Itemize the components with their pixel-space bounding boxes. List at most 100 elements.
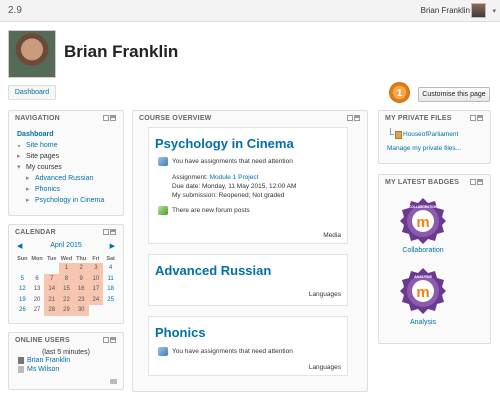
calendar-day[interactable]: 16	[73, 284, 89, 295]
calendar-day[interactable]: 27	[30, 305, 45, 316]
calendar-day[interactable]: 29	[59, 305, 74, 316]
calendar-day[interactable]: 5	[15, 274, 30, 285]
nav-course-psychology-in-cinema[interactable]: Psychology in Cinema	[26, 195, 115, 206]
calendar-day-header: Mon	[31, 255, 43, 262]
dock-icon[interactable]	[470, 115, 476, 121]
calendar-day[interactable]: 14	[44, 284, 60, 295]
badge-analysis-icon[interactable]: m ANALYSIS	[399, 267, 447, 315]
message-icon[interactable]	[110, 379, 117, 384]
dock-icon[interactable]	[103, 337, 109, 343]
assignment-icon	[158, 157, 168, 166]
online-users-block: ONLINE USERS (last 5 minutes) Brian Fran…	[8, 332, 124, 390]
course-card: Phonics You have assignments that need a…	[148, 316, 348, 376]
hide-block-icon[interactable]	[477, 179, 483, 185]
online-user[interactable]: Ms Wilson	[9, 365, 123, 374]
hide-block-icon[interactable]	[354, 115, 360, 121]
dock-icon[interactable]	[103, 229, 109, 235]
calendar-day[interactable]: 10	[88, 273, 104, 284]
block-title: MY LATEST BADGES	[379, 175, 490, 189]
dock-icon[interactable]	[470, 179, 476, 185]
hide-block-icon[interactable]	[477, 115, 483, 121]
block-controls[interactable]	[346, 115, 362, 121]
calendar-prev-icon[interactable]: ◀	[17, 242, 22, 250]
calendar-day[interactable]: 6	[30, 274, 45, 285]
course-card: Psychology in Cinema You have assignment…	[148, 127, 348, 244]
calendar-day[interactable]: 13	[30, 284, 45, 295]
calendar-day[interactable]: 25	[103, 295, 118, 306]
calendar-month[interactable]: April 2015	[50, 242, 82, 249]
block-title: CALENDAR	[9, 225, 123, 239]
nav-dashboard[interactable]: Dashboard	[17, 129, 115, 140]
dashboard-breadcrumb[interactable]: Dashboard	[8, 85, 56, 100]
svg-text:ANALYSIS: ANALYSIS	[414, 275, 432, 279]
submission-status: My submission: Reopened; Not graded	[172, 192, 285, 199]
user-menu-name[interactable]: Brian Franklin	[421, 6, 470, 15]
calendar-day[interactable]: 23	[73, 294, 89, 305]
assignment-link[interactable]: Module 1 Project	[210, 174, 259, 181]
badge-collaboration-label[interactable]: Collaboration	[379, 247, 467, 254]
user-avatar[interactable]	[471, 3, 486, 18]
nav-course-phonics[interactable]: Phonics	[26, 184, 115, 195]
block-title: ONLINE USERS	[9, 333, 123, 347]
dock-icon[interactable]	[103, 115, 109, 121]
calendar-day[interactable]: 11	[103, 274, 118, 285]
version-label: 2.9	[8, 5, 22, 16]
private-files-block: MY PRIVATE FILES HouseofParliament Manag…	[378, 110, 491, 164]
calendar-day[interactable]: 19	[15, 295, 30, 306]
block-controls[interactable]	[469, 179, 485, 185]
block-controls[interactable]	[469, 115, 485, 121]
chevron-down-icon[interactable]: ▾	[492, 7, 496, 15]
calendar-day	[44, 263, 59, 274]
calendar-next-icon[interactable]: ▶	[110, 242, 115, 250]
calendar-day[interactable]: 30	[73, 305, 89, 316]
private-file[interactable]: HouseofParliament	[379, 128, 490, 139]
manage-private-files-link[interactable]: Manage my private files...	[379, 145, 490, 152]
nav-course-advanced-russian[interactable]: Advanced Russian	[26, 173, 115, 184]
course-title[interactable]: Psychology in Cinema	[149, 128, 347, 155]
calendar-block: CALENDAR ◀ April 2015 ▶ Sun Mon Tue Wed Thu F…	[8, 224, 124, 324]
calendar-day[interactable]: 20	[30, 295, 45, 306]
calendar-day[interactable]: 26	[15, 305, 30, 316]
nav-site-home[interactable]: Site home	[17, 140, 115, 151]
calendar-day[interactable]: 22	[59, 294, 74, 305]
calendar-day[interactable]: 28	[44, 305, 60, 316]
svg-text:m: m	[416, 284, 429, 301]
block-controls[interactable]	[102, 337, 118, 343]
calendar-day[interactable]: 15	[59, 284, 74, 295]
calendar-day[interactable]: 2	[73, 263, 89, 274]
calendar-day[interactable]: 3	[88, 263, 104, 274]
calendar-day[interactable]: 4	[103, 263, 118, 274]
course-title[interactable]: Phonics	[149, 317, 347, 344]
block-title: COURSE OVERVIEW	[133, 111, 367, 125]
nav-site-pages[interactable]: Site pages	[17, 151, 115, 162]
block-controls[interactable]	[102, 115, 118, 121]
notification-count-badge[interactable]: 1	[389, 82, 410, 103]
forum-notice: There are new forum posts	[149, 206, 347, 215]
nav-my-courses[interactable]: My courses	[17, 162, 115, 173]
customise-page-button[interactable]: Customise this page	[418, 87, 490, 102]
calendar-day[interactable]: 1	[59, 263, 74, 274]
block-controls[interactable]	[102, 229, 118, 235]
course-category: Languages	[308, 364, 341, 371]
course-title[interactable]: Advanced Russian	[149, 255, 347, 282]
online-user[interactable]: Brian Franklin	[9, 356, 123, 365]
calendar-day[interactable]: 17	[88, 284, 104, 295]
calendar-day[interactable]: 9	[73, 273, 89, 284]
hide-block-icon[interactable]	[110, 115, 116, 121]
block-title: NAVIGATION	[9, 111, 123, 125]
folder-icon	[395, 131, 402, 139]
calendar-day[interactable]: 24	[88, 294, 104, 305]
calendar-day[interactable]: 18	[103, 284, 118, 295]
calendar-day[interactable]: 21	[44, 294, 60, 305]
profile-avatar	[8, 30, 56, 78]
calendar-day[interactable]: 7	[44, 273, 60, 284]
calendar-day[interactable]: 12	[15, 284, 30, 295]
badge-collaboration-icon[interactable]: m COLLABORATION	[399, 197, 447, 245]
online-users-period: (last 5 minutes)	[42, 349, 90, 356]
badge-analysis-label[interactable]: Analysis	[379, 319, 467, 326]
calendar-day[interactable]: 8	[59, 273, 74, 284]
hide-block-icon[interactable]	[110, 229, 116, 235]
dock-icon[interactable]	[347, 115, 353, 121]
hide-block-icon[interactable]	[110, 337, 116, 343]
due-date: Due date: Monday, 11 May 2015, 12:00 AM	[172, 183, 297, 190]
